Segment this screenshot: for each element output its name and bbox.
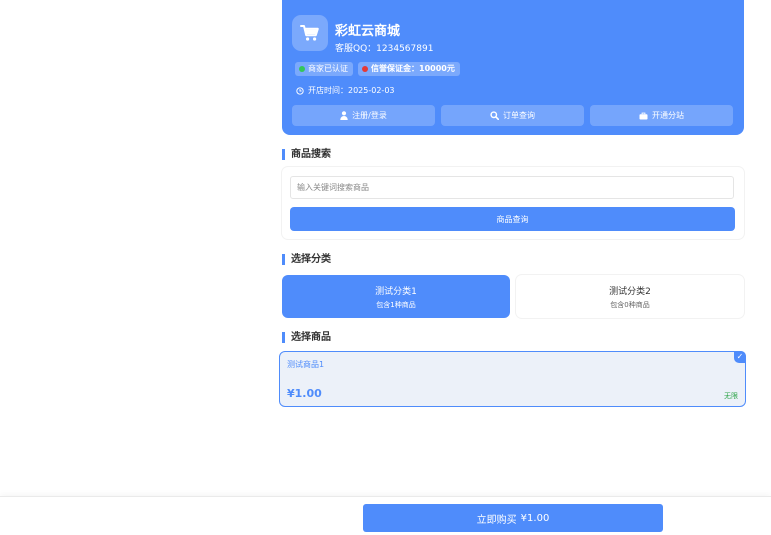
qq-label: 客服QQ： xyxy=(335,44,377,54)
shop-header-card: 彩虹云商城 客服QQ：1234567891 商家已认证 信誉保证金：10000元… xyxy=(282,0,744,135)
order-query-button[interactable]: 订单查询 xyxy=(441,105,584,126)
verified-badge: 商家已认证 xyxy=(295,62,353,76)
category-card-2[interactable]: 测试分类2 包含0种商品 xyxy=(516,275,744,318)
product-stock: 无限 xyxy=(724,392,738,400)
shop-logo xyxy=(292,15,328,51)
shop-name: 彩虹云商城 xyxy=(335,24,401,39)
buy-now-label: 立即购买 xyxy=(476,514,517,526)
open-substation-button[interactable]: 开通分站 xyxy=(590,105,733,126)
search-panel: 商品查询 xyxy=(282,167,744,239)
briefcase-icon xyxy=(639,112,648,120)
search-input[interactable] xyxy=(290,176,734,199)
deposit-badge-label: 信誉保证金：10000元 xyxy=(371,64,455,73)
buy-now-button[interactable]: 立即购买 ¥1.00 xyxy=(363,504,663,532)
open-time-value: 2025-02-03 xyxy=(348,86,395,95)
category-card-1[interactable]: 测试分类1 包含1种商品 xyxy=(282,275,510,318)
deposit-badge: 信誉保证金：10000元 xyxy=(358,62,460,76)
product-query-button[interactable]: 商品查询 xyxy=(290,207,735,231)
category-count: 包含0种商品 xyxy=(610,300,650,309)
verified-dot-icon xyxy=(299,66,305,72)
verified-badge-label: 商家已认证 xyxy=(308,64,348,73)
cart-icon xyxy=(300,25,319,41)
order-query-label: 订单查询 xyxy=(503,111,535,120)
deposit-dot-icon xyxy=(362,66,368,72)
product-card[interactable]: 测试商品1 ¥1.00 无限 ✓ xyxy=(279,351,746,407)
buy-now-total: ¥1.00 xyxy=(520,512,550,524)
selected-check-icon: ✓ xyxy=(734,351,746,363)
category-name: 测试分类2 xyxy=(609,286,651,297)
category-count: 包含1种商品 xyxy=(376,300,416,309)
product-name: 测试商品1 xyxy=(287,360,325,369)
customer-service-qq: 客服QQ：1234567891 xyxy=(335,41,433,54)
bottom-bar: 立即购买 ¥1.00 xyxy=(0,496,771,535)
product-section-title: 选择商品 xyxy=(282,332,331,343)
product-price: ¥1.00 xyxy=(287,387,322,400)
login-register-button[interactable]: 注册/登录 xyxy=(292,105,435,126)
open-time-label: 开店时间： xyxy=(308,86,348,95)
open-substation-label: 开通分站 xyxy=(652,111,684,120)
search-section-title: 商品搜索 xyxy=(282,149,331,160)
clock-icon xyxy=(296,86,304,95)
login-register-label: 注册/登录 xyxy=(352,111,387,120)
category-name: 测试分类1 xyxy=(375,286,417,297)
qq-number: 1234567891 xyxy=(376,44,434,54)
user-icon xyxy=(340,111,348,120)
category-section-title: 选择分类 xyxy=(282,254,331,265)
open-time: 开店时间： 2025-02-03 xyxy=(296,85,395,96)
search-icon xyxy=(490,111,499,120)
